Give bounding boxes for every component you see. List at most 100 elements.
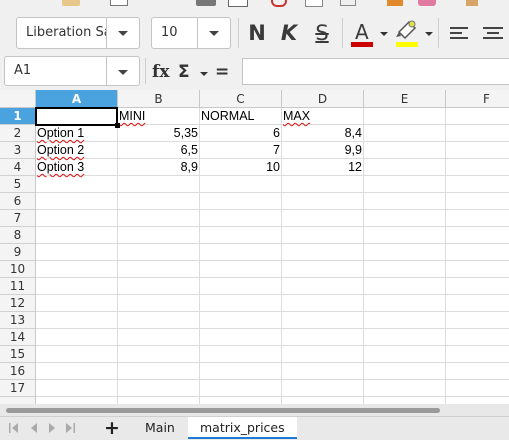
grid-line (36, 396, 509, 397)
toolbar-separator (238, 18, 239, 48)
function-wizard-button[interactable]: fx (152, 60, 169, 84)
cell-b1[interactable]: MINI (118, 108, 199, 125)
italic-button[interactable]: K (277, 17, 301, 49)
grid-line (36, 277, 509, 278)
row-header-1[interactable]: 1 (0, 108, 36, 125)
cell-a3[interactable]: Option 2 (36, 142, 117, 159)
strikethrough-button[interactable]: S (308, 17, 336, 49)
cell-b4[interactable]: 8,9 (118, 159, 199, 176)
grid-line (36, 311, 509, 312)
previous-sheet-icon[interactable] (29, 422, 39, 434)
sum-dropdown-icon[interactable] (200, 72, 208, 76)
column-header-b[interactable]: B (118, 90, 200, 108)
cell-d3[interactable]: 9,9 (282, 142, 363, 159)
row-header-18[interactable] (0, 397, 36, 404)
row-header-11[interactable]: 11 (0, 278, 36, 295)
row-header-12[interactable]: 12 (0, 295, 36, 312)
grid-line (363, 108, 364, 404)
cell-c3[interactable]: 7 (200, 142, 281, 159)
equals-icon: = (215, 62, 230, 82)
horizontal-scrollbar-thumb[interactable] (6, 408, 440, 413)
cell-c4[interactable]: 10 (200, 159, 281, 176)
cell-a2-text: Option 1 (37, 126, 85, 140)
row-header-8[interactable]: 8 (0, 227, 36, 244)
align-left-button[interactable] (446, 17, 472, 49)
row-header-6[interactable]: 6 (0, 193, 36, 210)
toolbar-overflow-icons (0, 0, 509, 7)
align-center-icon (483, 27, 503, 39)
font-name-dropdown-button[interactable] (106, 18, 139, 48)
row-header-15[interactable]: 15 (0, 346, 36, 363)
formula-bar: A1 fx Σ = (0, 54, 509, 90)
bold-icon: N (248, 21, 266, 45)
row-header-10[interactable]: 10 (0, 261, 36, 278)
next-sheet-icon[interactable] (47, 422, 57, 434)
horizontal-scrollbar[interactable] (0, 404, 509, 416)
sum-icon: Σ (178, 62, 190, 82)
cell-d1[interactable]: MAX (282, 108, 363, 125)
cell-b3[interactable]: 6,5 (118, 142, 199, 159)
font-size-combobox[interactable]: 10 (151, 17, 231, 49)
name-box-dropdown-button[interactable] (106, 57, 139, 85)
highlight-color-dropdown-icon[interactable] (425, 32, 433, 36)
row-header-9[interactable]: 9 (0, 244, 36, 261)
grid-line (36, 294, 509, 295)
row-header-14[interactable]: 14 (0, 329, 36, 346)
cell-b2[interactable]: 5,35 (118, 125, 199, 142)
align-left-icon (450, 27, 468, 39)
column-header-a[interactable]: A (36, 90, 118, 108)
highlight-color-swatch (396, 42, 418, 47)
formula-button[interactable]: = (215, 60, 229, 84)
font-color-swatch (351, 42, 373, 47)
sheet-tab-bar: + Main matrix_prices (0, 416, 509, 440)
name-box[interactable]: A1 (4, 56, 140, 86)
column-header-d[interactable]: D (282, 90, 364, 108)
column-header-c[interactable]: C (200, 90, 282, 108)
cell-d2[interactable]: 8,4 (282, 125, 363, 142)
column-header-e[interactable]: E (364, 90, 446, 108)
grid-line (36, 192, 509, 193)
toolbar-separator (145, 58, 146, 84)
select-all-corner[interactable] (0, 90, 36, 108)
row-header-3[interactable]: 3 (0, 142, 36, 159)
font-size-dropdown-button[interactable] (197, 18, 230, 48)
sheet-tab-main[interactable]: Main (133, 417, 187, 439)
font-name-combobox[interactable]: Liberation Sa (16, 17, 140, 49)
cell-d4[interactable]: 12 (282, 159, 363, 176)
bold-button[interactable]: N (244, 17, 270, 49)
grid-line (36, 362, 509, 363)
cell-a4[interactable]: Option 3 (36, 159, 117, 176)
formula-input[interactable] (242, 58, 509, 85)
grid-line (36, 345, 509, 346)
row-header-7[interactable]: 7 (0, 210, 36, 227)
formatting-toolbar: Liberation Sa 10 N K S A (0, 0, 509, 52)
spreadsheet-grid[interactable]: A B C D E F 1 2 3 4 5 6 7 8 9 10 11 12 1… (0, 90, 509, 404)
strikethrough-icon: S (315, 21, 329, 45)
row-header-17[interactable]: 17 (0, 380, 36, 397)
function-wizard-icon: fx (152, 62, 170, 82)
align-center-button[interactable] (479, 17, 507, 49)
grid-line (36, 209, 509, 210)
cell-cursor-a1[interactable] (35, 107, 120, 128)
row-header-4[interactable]: 4 (0, 159, 36, 176)
font-color-button[interactable]: A (346, 17, 378, 49)
highlight-color-button[interactable] (391, 17, 423, 49)
sum-button[interactable]: Σ (178, 60, 190, 84)
row-header-13[interactable]: 13 (0, 312, 36, 329)
grid-line (36, 226, 509, 227)
cell-a2[interactable]: Option 1 (36, 125, 117, 142)
add-sheet-icon: + (104, 417, 120, 439)
sheet-tab-matrix-prices[interactable]: matrix_prices (188, 417, 297, 439)
row-header-16[interactable]: 16 (0, 363, 36, 380)
grid-line (36, 379, 509, 380)
add-sheet-button[interactable]: + (104, 417, 120, 439)
row-header-5[interactable]: 5 (0, 176, 36, 193)
cell-c2[interactable]: 6 (200, 125, 281, 142)
font-color-dropdown-icon[interactable] (380, 32, 388, 36)
first-sheet-icon[interactable] (8, 422, 20, 434)
row-header-2[interactable]: 2 (0, 125, 36, 142)
last-sheet-icon[interactable] (64, 422, 76, 434)
cell-c1[interactable]: NORMAL (200, 108, 281, 125)
cell-d1-text: MAX (283, 109, 311, 123)
column-header-f[interactable]: F (446, 90, 509, 108)
